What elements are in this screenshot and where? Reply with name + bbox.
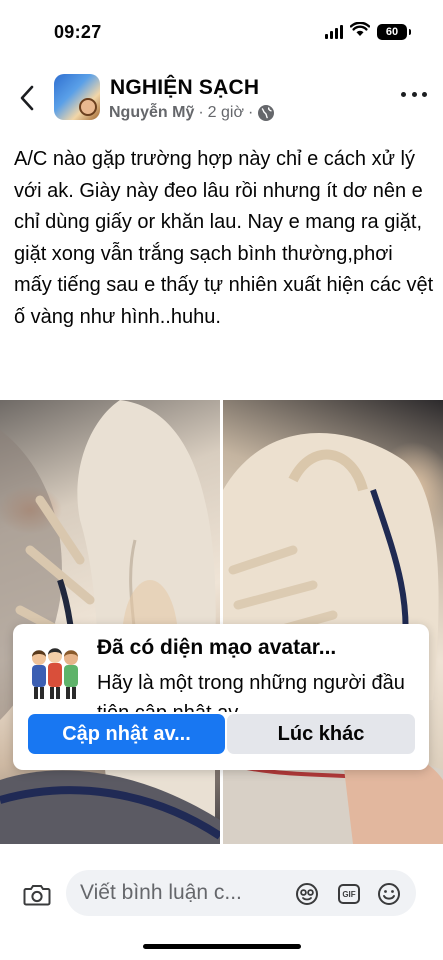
post-time[interactable]: 2 giờ [208,104,244,122]
post-photo-1[interactable] [0,400,220,844]
post-meta: Nguyễn Mỹ · 2 giờ · [109,104,275,122]
comment-bar: Viết bình luận c... GIF [0,850,443,936]
meta-separator: · [198,104,204,121]
globe-icon [258,105,275,121]
status-time: 09:27 [54,22,102,42]
status-bar: 09:27 60 [0,0,443,60]
battery-icon: 60 [377,24,411,40]
signal-icon [325,25,343,39]
avatar-sticker-button[interactable] [294,881,320,907]
emoji-button[interactable] [376,881,402,907]
sticker-icon [296,883,318,905]
avatar-group-illustration [25,644,83,702]
back-icon [20,85,34,111]
camera-button[interactable] [22,880,52,910]
home-indicator[interactable] [143,944,301,949]
comment-input[interactable]: Viết bình luận c... GIF [66,870,416,916]
group-avatar[interactable] [54,74,100,120]
gif-label: GIF [342,889,356,899]
emoji-icon [378,883,400,905]
post-photo-2[interactable] [223,400,443,844]
comment-placeholder: Viết bình luận c... [80,881,242,904]
back-button[interactable] [12,80,42,116]
camera-icon [23,885,51,906]
post-photos [0,400,443,844]
post-text: A/C nào gặp trường hợp này chỉ e cách xử… [14,148,434,328]
later-button[interactable]: Lúc khác [227,714,415,754]
avatar-prompt-card: Đã có diện mạo avatar... Hãy là một tron… [13,624,429,770]
gif-button[interactable]: GIF [336,881,362,907]
more-options-button[interactable] [401,84,427,104]
wifi-icon [349,21,371,42]
avatar-prompt-body: Hãy là một trong những người đầu tiên cậ… [97,672,405,712]
group-name[interactable]: NGHIỆN SẠCH [110,76,259,100]
meta-separator-2: · [247,104,254,121]
update-avatar-button[interactable]: Cập nhật av... [28,714,225,754]
status-icons: 60 [325,21,411,42]
avatar-face-graphic [79,98,97,116]
more-icon [401,91,406,97]
avatar-prompt-title: Đã có diện mạo avatar... [97,636,337,659]
author-name[interactable]: Nguyễn Mỹ [109,104,194,122]
post-header: NGHIỆN SẠCH Nguyễn Mỹ · 2 giờ · [0,70,443,132]
